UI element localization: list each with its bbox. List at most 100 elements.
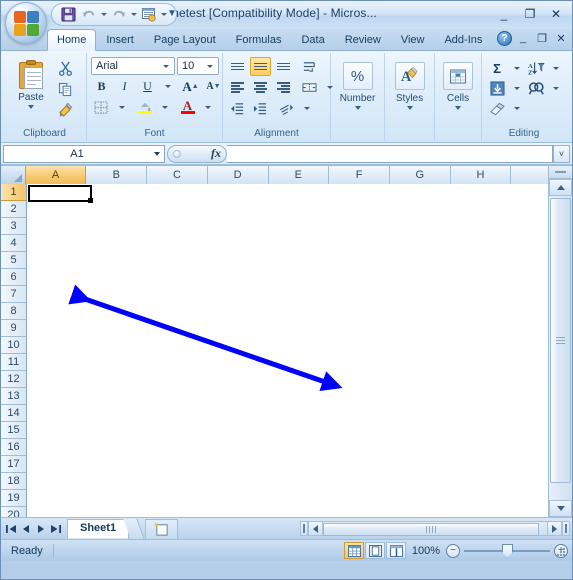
expand-formula-bar-button[interactable]: ˅ — [553, 144, 570, 163]
top-align-button[interactable] — [227, 57, 248, 76]
row-header-7[interactable]: 7 — [1, 286, 26, 303]
tab-view[interactable]: View — [391, 29, 435, 50]
scroll-down-button[interactable] — [549, 500, 572, 517]
tab-home[interactable]: Home — [47, 29, 97, 51]
redo-dropdown-icon[interactable] — [130, 6, 138, 24]
sort-filter-dropdown-icon[interactable] — [548, 59, 563, 78]
italic-button[interactable]: I — [114, 77, 135, 96]
name-box[interactable]: A1 — [3, 144, 165, 163]
bold-button[interactable]: B — [91, 77, 112, 96]
scroll-right-button[interactable] — [547, 521, 562, 536]
first-sheet-button[interactable] — [3, 521, 18, 537]
tab-data[interactable]: Data — [291, 29, 334, 50]
row-header-17[interactable]: 17 — [1, 456, 26, 473]
horizontal-scrollbar[interactable] — [300, 520, 570, 537]
cells-button[interactable]: Cells — [439, 57, 477, 123]
cells-dropdown-icon[interactable] — [455, 106, 461, 110]
autosum-button[interactable]: Σ — [486, 59, 508, 78]
qat-more-icon[interactable]: ▼ — [167, 8, 177, 19]
tab-page-layout[interactable]: Page Layout — [144, 29, 226, 50]
copy-button[interactable] — [55, 79, 76, 99]
autosum-dropdown-icon[interactable] — [509, 59, 524, 78]
column-header-b[interactable]: B — [86, 166, 148, 184]
row-header-12[interactable]: 12 — [1, 371, 26, 388]
shrink-font-button[interactable]: A ▼ — [203, 77, 224, 96]
split-handle-horizontal[interactable] — [300, 521, 308, 536]
select-all-button[interactable] — [1, 166, 26, 184]
fill-dropdown-icon[interactable] — [509, 79, 524, 98]
styles-button[interactable]: A Styles — [389, 57, 430, 123]
decrease-indent-button[interactable] — [227, 99, 248, 118]
borders-button[interactable] — [91, 98, 112, 117]
close-workbook-button[interactable]: ✕ — [553, 30, 569, 46]
zoom-slider-thumb[interactable] — [502, 543, 513, 558]
row-header-4[interactable]: 4 — [1, 235, 26, 252]
zoom-slider[interactable] — [464, 543, 550, 558]
row-header-19[interactable]: 19 — [1, 490, 26, 507]
row-header-15[interactable]: 15 — [1, 422, 26, 439]
fill-color-dropdown-icon[interactable] — [157, 98, 172, 117]
resize-grip-icon[interactable] — [555, 546, 567, 558]
row-header-14[interactable]: 14 — [1, 405, 26, 422]
grow-font-button[interactable]: A ▲ — [180, 77, 201, 96]
increase-indent-button[interactable] — [250, 99, 271, 118]
font-color-dropdown-icon[interactable] — [200, 98, 215, 117]
row-header-11[interactable]: 11 — [1, 354, 26, 371]
active-cell-a1[interactable] — [28, 185, 93, 203]
sort-filter-button[interactable]: A Z — [525, 59, 547, 78]
previous-sheet-button[interactable] — [18, 521, 33, 537]
borders-dropdown-icon[interactable] — [114, 98, 129, 117]
wrap-text-button[interactable] — [299, 57, 320, 76]
underline-dropdown-icon[interactable] — [160, 77, 175, 96]
row-header-5[interactable]: 5 — [1, 252, 26, 269]
hscroll-end-edge[interactable] — [562, 521, 570, 536]
normal-view-button[interactable] — [344, 542, 364, 559]
cell-grid[interactable] — [28, 185, 548, 517]
column-header-h[interactable]: H — [450, 166, 512, 184]
tab-add-ins[interactable]: Add-Ins — [434, 29, 492, 50]
row-header-13[interactable]: 13 — [1, 388, 26, 405]
orientation-button[interactable] — [276, 99, 297, 118]
paste-dropdown-icon[interactable] — [28, 105, 34, 109]
find-select-button[interactable] — [525, 79, 547, 98]
clear-dropdown-icon[interactable] — [509, 99, 524, 118]
fill-handle[interactable] — [88, 198, 93, 203]
column-header-g[interactable]: G — [389, 166, 451, 184]
tab-formulas[interactable]: Formulas — [226, 29, 292, 50]
scroll-up-button[interactable] — [549, 179, 572, 196]
row-header-3[interactable]: 3 — [1, 218, 26, 235]
horizontal-scroll-track[interactable] — [323, 521, 547, 536]
formula-input[interactable] — [227, 144, 553, 163]
row-header-8[interactable]: 8 — [1, 303, 26, 320]
styles-dropdown-icon[interactable] — [406, 106, 413, 110]
orientation-dropdown-icon[interactable] — [299, 99, 314, 118]
redo-icon[interactable] — [109, 5, 129, 24]
row-header-10[interactable]: 10 — [1, 337, 26, 354]
fill-color-button[interactable] — [134, 98, 155, 117]
office-button[interactable] — [5, 2, 47, 44]
row-header-18[interactable]: 18 — [1, 473, 26, 490]
number-format-button[interactable]: % Number — [335, 57, 380, 123]
paste-button[interactable]: Paste — [7, 57, 55, 121]
name-box-dropdown-icon[interactable] — [150, 152, 164, 156]
font-color-button[interactable]: A — [177, 98, 198, 117]
middle-align-button[interactable] — [250, 57, 271, 76]
column-header-c[interactable]: C — [147, 166, 208, 184]
number-dropdown-icon[interactable] — [354, 106, 361, 110]
vertical-scroll-track[interactable] — [549, 196, 572, 500]
fill-button[interactable] — [486, 79, 508, 98]
column-header-e[interactable]: E — [268, 166, 330, 184]
font-size-combo[interactable]: 10 — [177, 57, 219, 75]
font-name-combo[interactable]: Arial — [91, 57, 175, 75]
align-left-button[interactable] — [227, 78, 248, 97]
last-sheet-button[interactable] — [48, 521, 63, 537]
vertical-scroll-thumb[interactable] — [550, 198, 571, 483]
tab-insert[interactable]: Insert — [96, 29, 144, 50]
undo-dropdown-icon[interactable] — [100, 6, 108, 24]
clear-button[interactable] — [486, 99, 508, 118]
page-layout-view-button[interactable] — [365, 542, 385, 559]
align-center-button[interactable] — [250, 78, 271, 97]
sheet-tab-sheet1[interactable]: Sheet1 — [67, 518, 130, 539]
insert-function-icon[interactable]: fx — [211, 146, 221, 161]
insert-worksheet-button[interactable] — [145, 518, 179, 539]
